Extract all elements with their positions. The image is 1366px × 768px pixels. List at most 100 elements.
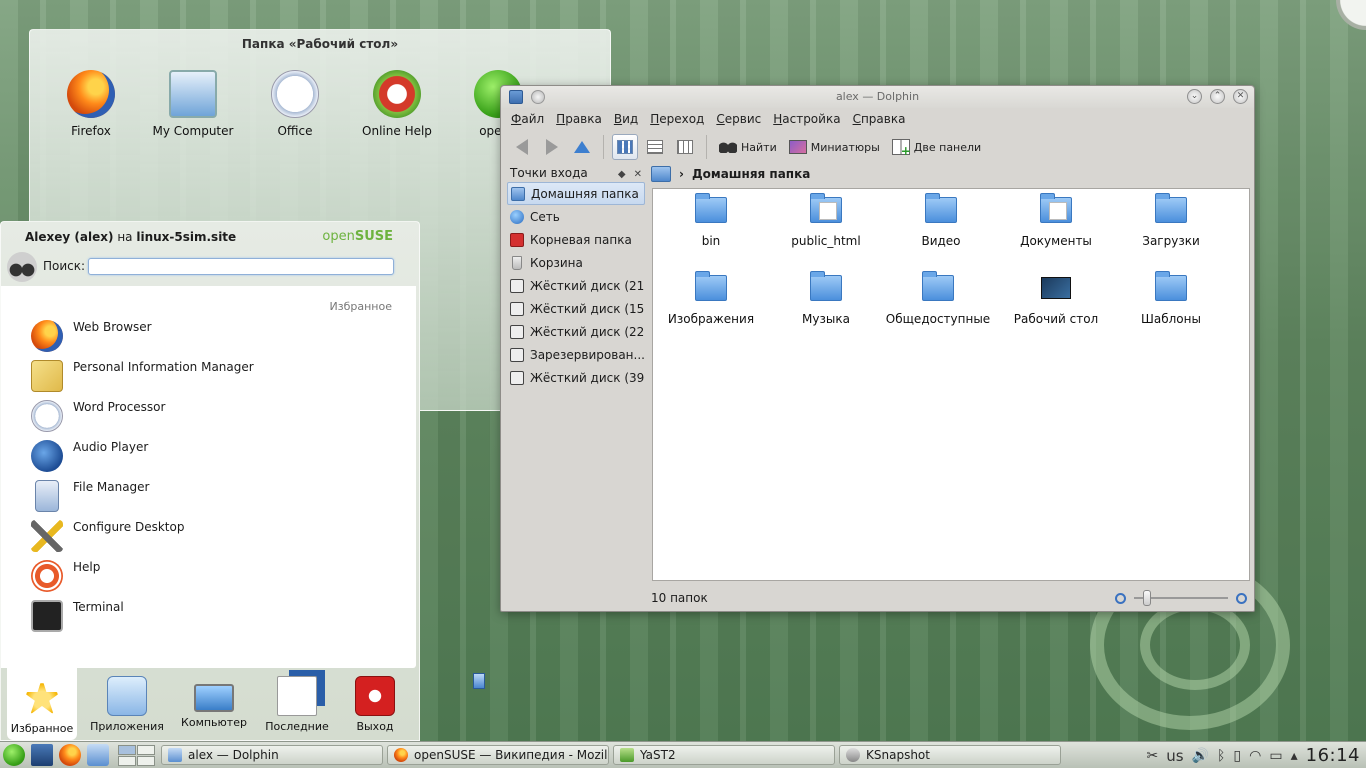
menu-tools[interactable]: Сервис — [710, 112, 767, 126]
fav-word-processor[interactable]: Word Processor — [31, 400, 165, 436]
file-item-public[interactable]: Общедоступные — [883, 271, 993, 326]
zoom-slider[interactable] — [1134, 590, 1228, 606]
menu-help[interactable]: Справка — [847, 112, 912, 126]
close-button[interactable]: ✕ — [1233, 89, 1248, 104]
task-label: YaST2 — [640, 748, 676, 762]
menu-go[interactable]: Переход — [644, 112, 710, 126]
place-disk-4[interactable]: Жёсткий диск (39... — [507, 366, 645, 389]
place-network[interactable]: Сеть — [507, 205, 645, 228]
task-ksnapshot[interactable]: KSnapshot — [839, 745, 1061, 765]
forward-button[interactable] — [539, 134, 565, 160]
back-button[interactable] — [509, 134, 535, 160]
desktop-pager[interactable] — [118, 744, 155, 766]
fav-help[interactable]: Help — [31, 560, 100, 596]
clock[interactable]: 16:14 — [1306, 745, 1360, 766]
home-icon[interactable] — [651, 166, 671, 182]
tab-favorites[interactable]: Избранное — [7, 668, 77, 740]
folder-icon — [695, 193, 727, 223]
find-button[interactable]: Найти — [715, 134, 781, 160]
menu-settings[interactable]: Настройка — [767, 112, 846, 126]
file-item-music[interactable]: Музыка — [768, 271, 884, 326]
place-disk-3[interactable]: Жёсткий диск (22... — [507, 320, 645, 343]
place-disk-2[interactable]: Жёсткий диск (15... — [507, 297, 645, 320]
dolphin-icon — [168, 748, 182, 762]
tray-expand-icon[interactable]: ▴ — [1291, 748, 1298, 764]
pager-desktop-4[interactable] — [137, 755, 155, 766]
file-view[interactable]: bin public_html Видео Документы Загрузки… — [652, 188, 1250, 581]
battery-icon[interactable]: ▭ — [1269, 748, 1282, 764]
file-item-public-html[interactable]: public_html — [768, 193, 884, 248]
file-item-bin[interactable]: bin — [653, 193, 769, 248]
columns-view-button[interactable] — [672, 134, 698, 160]
place-disk-1[interactable]: Жёсткий диск (21... — [507, 274, 645, 297]
search-input[interactable] — [88, 258, 394, 275]
minimize-button[interactable]: ⌄ — [1187, 89, 1202, 104]
bluetooth-icon[interactable]: ᛒ — [1217, 748, 1225, 764]
tab-recent[interactable]: Последние — [257, 674, 337, 736]
zoom-slider-handle[interactable] — [1142, 590, 1151, 606]
volume-icon[interactable]: 🔊 — [1192, 748, 1209, 764]
fav-audio-player[interactable]: Audio Player — [31, 440, 148, 476]
firefox-launcher-icon[interactable] — [59, 744, 81, 766]
desktop-toolbox-cashew[interactable] — [1336, 0, 1366, 30]
icons-view-button[interactable] — [612, 134, 638, 160]
keyboard-layout[interactable]: us — [1166, 747, 1183, 765]
maximize-button[interactable]: ⌃ — [1210, 89, 1225, 104]
task-yast[interactable]: YaST2 — [613, 745, 835, 765]
pager-desktop-1[interactable] — [118, 744, 136, 755]
notifications-icon[interactable]: ▯ — [1233, 748, 1241, 764]
file-name: Изображения — [667, 312, 755, 326]
place-reserved[interactable]: Зарезервирован... — [507, 343, 645, 366]
file-item-pictures[interactable]: Изображения — [653, 271, 769, 326]
klipper-icon[interactable]: ✂ — [1147, 748, 1159, 764]
fav-terminal[interactable]: Terminal — [31, 600, 124, 636]
show-desktop-icon[interactable] — [31, 744, 53, 766]
file-item-video[interactable]: Видео — [883, 193, 999, 248]
file-item-downloads[interactable]: Загрузки — [1113, 193, 1229, 248]
amarok-icon — [31, 440, 63, 472]
previews-button[interactable]: Миниатюры — [785, 134, 884, 160]
breadcrumb-current[interactable]: Домашняя папка — [692, 167, 810, 181]
place-root[interactable]: Корневая папка — [507, 228, 645, 251]
places-float-button[interactable]: ◆ — [618, 169, 626, 180]
wifi-icon[interactable]: ◠ — [1249, 748, 1261, 764]
zoom-out-icon[interactable] — [1115, 592, 1126, 604]
folder-widget-title: Папка «Рабочий стол» — [241, 37, 399, 51]
zoom-in-icon[interactable] — [1236, 592, 1247, 604]
place-trash[interactable]: Корзина — [507, 251, 645, 274]
up-button[interactable] — [569, 134, 595, 160]
place-home[interactable]: Домашняя папка — [507, 182, 645, 205]
window-titlebar[interactable]: alex — Dolphin ⌄ ⌃ ✕ — [501, 86, 1254, 108]
details-view-icon — [647, 140, 663, 154]
tab-applications[interactable]: Приложения — [87, 674, 167, 736]
details-view-button[interactable] — [642, 134, 668, 160]
task-dolphin[interactable]: alex — Dolphin — [161, 745, 383, 765]
places-close-button[interactable]: ✕ — [634, 169, 642, 180]
desktop-icon-online-help[interactable]: Online Help — [347, 70, 447, 138]
pager-desktop-3[interactable] — [118, 755, 136, 766]
desktop-icon-firefox[interactable]: Firefox — [41, 70, 141, 138]
tab-computer[interactable]: Компьютер — [174, 674, 254, 736]
desktop-icon-office[interactable]: Office — [245, 70, 345, 138]
fav-web-browser[interactable]: Web Browser — [31, 320, 152, 356]
dolphin-launcher-icon[interactable] — [87, 744, 109, 766]
file-item-documents[interactable]: Документы — [998, 193, 1114, 248]
tools-icon — [31, 520, 63, 552]
split-view-button[interactable]: Две панели — [888, 134, 985, 160]
menu-file[interactable]: Файл — [505, 112, 550, 126]
desktop-icon-my-computer[interactable]: My Computer — [143, 70, 243, 138]
fav-configure-desktop[interactable]: Configure Desktop — [31, 520, 184, 556]
fav-file-manager[interactable]: File Manager — [31, 480, 150, 516]
fav-pim[interactable]: Personal Information Manager — [31, 360, 254, 396]
file-item-desktop[interactable]: Рабочий стол — [998, 275, 1114, 326]
menu-edit[interactable]: Правка — [550, 112, 608, 126]
kickoff-launcher-icon[interactable] — [3, 744, 25, 766]
task-firefox[interactable]: openSUSE — Википедия - Mozilla Firefox — [387, 745, 609, 765]
tab-leave[interactable]: Выход — [335, 674, 415, 736]
file-item-templates[interactable]: Шаблоны — [1113, 271, 1229, 326]
pager-desktop-2[interactable] — [137, 744, 155, 755]
desktop-small-file-icon[interactable] — [473, 673, 485, 689]
folder-icon — [922, 271, 954, 301]
menu-view[interactable]: Вид — [608, 112, 644, 126]
place-label: Жёсткий диск (22... — [530, 324, 645, 339]
